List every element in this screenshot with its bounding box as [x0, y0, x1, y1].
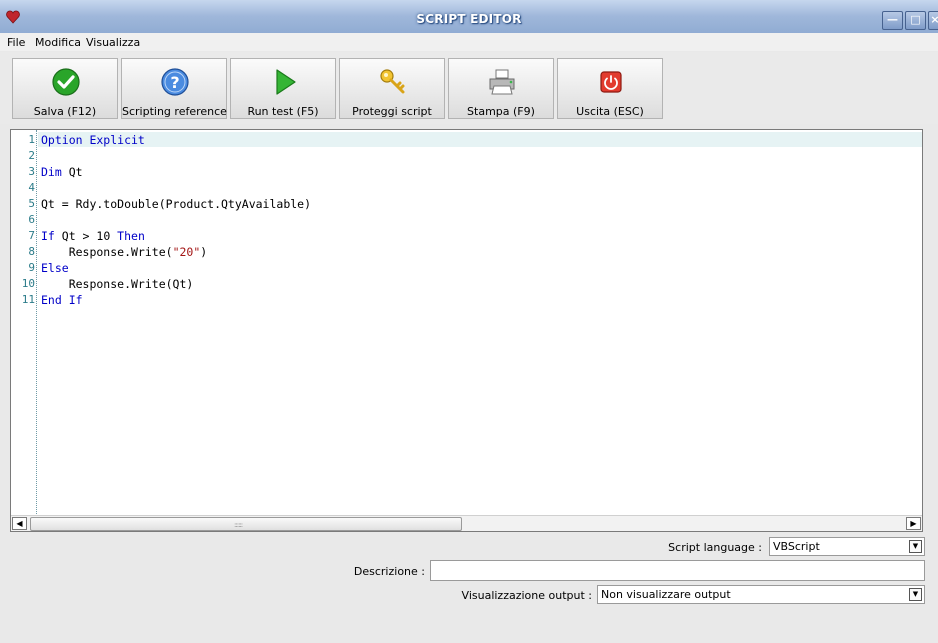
svg-text:?: ? [170, 73, 179, 92]
menu-bar: File Modifica Visualizza [0, 33, 938, 51]
line-number: 8 [28, 245, 35, 258]
code-token: Qt [61, 165, 83, 179]
menu-file[interactable]: File [7, 36, 25, 49]
print-button[interactable]: Stampa (F9) [448, 58, 554, 119]
code-token: Then [117, 229, 145, 243]
line-number: 6 [28, 213, 35, 226]
code-token: If [41, 229, 55, 243]
menu-modifica[interactable]: Modifica [35, 36, 81, 49]
code-token: "20" [172, 245, 201, 259]
save-button[interactable]: Salva (F12) [12, 58, 118, 119]
gutter-divider [36, 130, 37, 514]
title-bar: SCRIPT EDITOR — □ × [0, 0, 938, 37]
key-icon [380, 69, 405, 94]
code-line[interactable]: If Qt > 10 Then [41, 229, 145, 243]
code-line[interactable]: Response.Write("20") [41, 245, 208, 259]
line-number: 7 [28, 229, 35, 242]
output-select[interactable]: Non visualizzare output ▼ [597, 585, 925, 604]
script-language-value: VBScript [773, 540, 820, 553]
code-token: Qt = Rdy.toDouble(Product.QtyAvailable) [41, 197, 312, 211]
description-field[interactable] [430, 560, 925, 581]
horizontal-scrollbar[interactable]: ◀ :::::: ▶ [11, 515, 922, 531]
exit-button[interactable]: Uscita (ESC) [557, 58, 663, 119]
protect-script-label: Proteggi script [352, 105, 432, 118]
maximize-button[interactable]: □ [905, 11, 926, 30]
help-icon: ? [161, 68, 189, 96]
code-token: Qt > 10 [54, 229, 118, 243]
arrow-right-icon: ▶ [910, 519, 917, 528]
output-label: Visualizzazione output : [461, 589, 592, 602]
scroll-left-button[interactable]: ◀ [12, 517, 27, 530]
line-number: 10 [21, 277, 35, 290]
toolbar: Salva (F12) ? Scripting reference Run te… [0, 52, 938, 124]
line-number: 5 [28, 197, 35, 210]
close-button[interactable]: × [928, 11, 938, 30]
grip-icon: :::::: [234, 521, 243, 529]
script-language-select[interactable]: VBScript ▼ [769, 537, 925, 556]
code-token: Response.Write(Qt) [41, 277, 194, 291]
protect-script-button[interactable]: Proteggi script [339, 58, 445, 119]
run-test-label: Run test (F5) [247, 105, 319, 118]
print-label: Stampa (F9) [467, 105, 535, 118]
scrollbar-thumb[interactable]: :::::: [30, 517, 462, 531]
output-value: Non visualizzare output [601, 588, 731, 601]
code-line[interactable]: Else [41, 261, 69, 275]
line-number: 3 [28, 165, 35, 178]
script-language-label: Script language : [668, 541, 762, 554]
current-line-highlight [38, 132, 922, 147]
line-number-gutter: 1 2 3 4 5 6 7 8 9 10 11 [11, 130, 37, 514]
code-token: Option Explicit [41, 133, 145, 147]
run-test-button[interactable]: Run test (F5) [230, 58, 336, 119]
line-number: 2 [28, 149, 35, 162]
code-line[interactable]: Option Explicit [41, 133, 145, 147]
maximize-icon: □ [910, 13, 921, 26]
dropdown-arrow-icon[interactable]: ▼ [909, 588, 922, 601]
save-button-label: Salva (F12) [33, 105, 97, 118]
code-editor[interactable]: 1 2 3 4 5 6 7 8 9 10 11 Option Explicit Dim Qt Qt = … [10, 129, 923, 532]
code-token: Response.Write( [41, 245, 173, 259]
exit-label: Uscita (ESC) [576, 105, 644, 118]
dropdown-arrow-icon[interactable]: ▼ [909, 540, 922, 553]
close-icon: × [930, 13, 938, 26]
minimize-button[interactable]: — [882, 11, 903, 30]
line-number: 9 [28, 261, 35, 274]
power-icon [600, 71, 622, 93]
scripting-reference-button[interactable]: ? Scripting reference [121, 58, 227, 119]
code-line[interactable]: Response.Write(Qt) [41, 277, 194, 291]
menu-visualizza[interactable]: Visualizza [86, 36, 140, 49]
code-line[interactable]: Qt = Rdy.toDouble(Product.QtyAvailable) [41, 197, 311, 211]
minimize-icon: — [887, 13, 898, 26]
window-title: SCRIPT EDITOR [416, 12, 522, 26]
line-number: 4 [28, 181, 35, 194]
code-line[interactable]: End If [41, 293, 83, 307]
code-token: End If [41, 293, 83, 307]
description-label: Descrizione : [353, 565, 425, 578]
arrow-left-icon: ◀ [16, 519, 23, 528]
scripting-reference-label: Scripting reference [122, 105, 227, 118]
scroll-right-button[interactable]: ▶ [906, 517, 921, 530]
code-line[interactable]: Dim Qt [41, 165, 83, 179]
code-token: Else [41, 261, 69, 275]
line-number: 11 [21, 293, 35, 306]
code-token: ) [200, 245, 208, 259]
play-icon [276, 69, 296, 95]
check-icon [52, 68, 80, 96]
line-number: 1 [28, 133, 35, 146]
printer-icon [489, 69, 515, 95]
code-token: Dim [41, 165, 62, 179]
